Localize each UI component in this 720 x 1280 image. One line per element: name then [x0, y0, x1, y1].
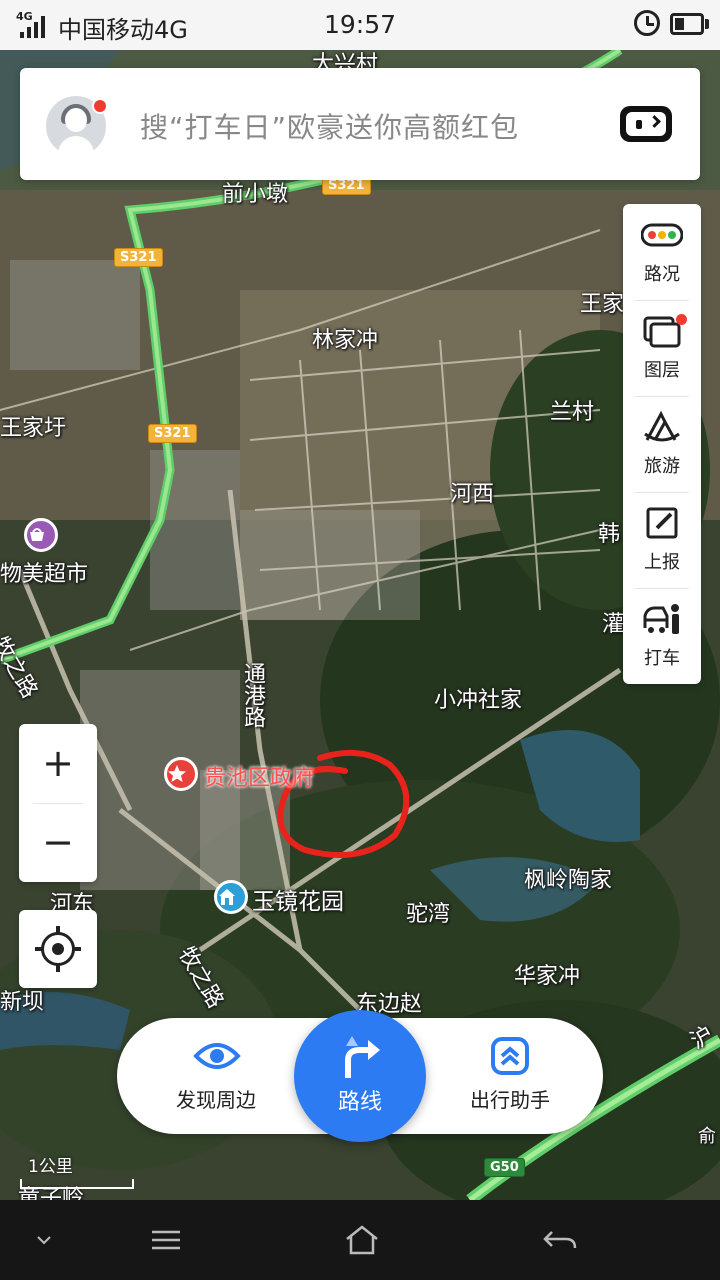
clock: 19:57: [323, 10, 397, 39]
report-button[interactable]: 上报: [623, 492, 701, 588]
home-icon: [346, 1225, 378, 1255]
zoom-out-button[interactable]: −: [19, 803, 97, 882]
taxi-button[interactable]: 打车: [623, 588, 701, 684]
battery-icon: [670, 13, 704, 35]
tool-label: 路况: [644, 264, 680, 285]
place-label: 俞: [698, 1126, 716, 1147]
notification-dot-icon: [676, 314, 687, 325]
traffic-button[interactable]: 路况: [623, 204, 701, 300]
road-shield: S321: [148, 424, 197, 443]
voice-assistant-icon[interactable]: [620, 106, 672, 142]
government-pin-icon[interactable]: [164, 757, 198, 791]
travel-button[interactable]: 旅游: [623, 396, 701, 492]
travel-assistant-button[interactable]: 出行助手: [435, 1018, 585, 1134]
route-label: 路线: [337, 1090, 382, 1115]
nav-home-button[interactable]: [322, 1200, 402, 1280]
zoom-control: + −: [19, 724, 97, 882]
taxi-icon: [643, 604, 679, 634]
nav-menu-button[interactable]: [126, 1200, 206, 1280]
alarm-icon: [634, 10, 660, 36]
nav-back-button[interactable]: [520, 1200, 600, 1280]
place-label: 驼湾: [406, 902, 451, 927]
place-label: 华家冲: [514, 964, 581, 989]
place-label: 韩: [598, 522, 621, 547]
layers-button[interactable]: 图层: [623, 300, 701, 396]
travel-icon: [644, 410, 680, 442]
system-nav-bar: [0, 1200, 720, 1280]
traffic-light-icon: [641, 223, 683, 247]
zoom-in-button[interactable]: +: [19, 724, 97, 803]
tool-label: 旅游: [644, 456, 680, 477]
place-label: 王家圩: [0, 416, 67, 441]
place-label: 河西: [450, 482, 495, 507]
place-label: 林家冲: [312, 328, 379, 353]
place-label: 王家: [580, 292, 625, 317]
place-label: 灌: [602, 612, 625, 637]
discover-label: 发现周边: [176, 1088, 256, 1112]
discover-nearby-button[interactable]: 发现周边: [141, 1018, 291, 1134]
map-scale: 1公里: [20, 1152, 134, 1189]
eye-icon: [193, 1043, 241, 1069]
tool-label: 打车: [644, 648, 680, 669]
road-shield: S321: [114, 248, 163, 267]
scale-label: 1公里: [28, 1157, 73, 1177]
back-arrow-icon: [543, 1231, 577, 1249]
status-bar: 4G 中国移动4G 19:57: [0, 0, 720, 50]
route-button[interactable]: 路线: [294, 1010, 426, 1142]
notification-dot-icon: [92, 98, 108, 114]
residential-pin-icon[interactable]: [214, 880, 248, 914]
assistant-label: 出行助手: [470, 1088, 550, 1112]
nav-collapse-button[interactable]: [4, 1200, 84, 1280]
place-label: 小冲社家: [434, 688, 523, 713]
map-tools-panel: 路况 图层 旅游 上报 打车: [623, 204, 701, 684]
search-bar[interactable]: 搜“打车日”欧豪送你高额红包: [20, 68, 700, 180]
place-label: 玉镜花园: [252, 889, 344, 915]
government-label: 贵池区政府: [204, 766, 315, 791]
assistant-icon: [491, 1037, 529, 1075]
place-label: 枫岭陶家: [524, 868, 613, 893]
menu-icon: [152, 1230, 180, 1250]
search-input[interactable]: 搜“打车日”欧豪送你高额红包: [140, 106, 519, 146]
place-label: 兰村: [550, 400, 595, 425]
road-shield: G50: [484, 1158, 525, 1177]
tool-label: 图层: [644, 360, 680, 381]
place-label: 前小墩: [222, 182, 289, 207]
locate-button[interactable]: [19, 910, 97, 988]
route-arrow-icon: [345, 1036, 380, 1078]
road-label: 通港路: [240, 662, 265, 728]
supermarket-pin-icon[interactable]: [24, 518, 58, 552]
place-label: 物美超市: [0, 562, 89, 587]
chevron-down-icon: [37, 1236, 51, 1245]
tool-label: 上报: [644, 552, 680, 573]
place-label: 新坝: [0, 990, 45, 1015]
report-edit-icon: [646, 507, 678, 539]
